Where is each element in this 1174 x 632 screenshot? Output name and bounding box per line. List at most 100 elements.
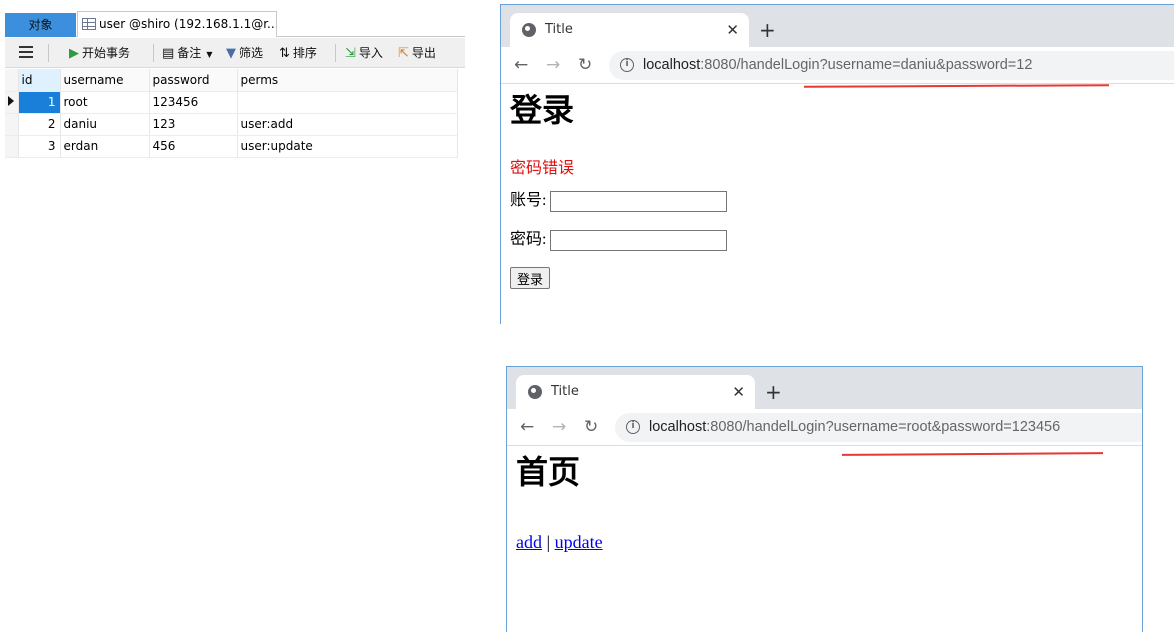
filter-button[interactable]: ▼ 筛选 [226, 38, 263, 68]
row-selector[interactable] [5, 91, 19, 114]
memo-label: 备注 [177, 46, 202, 60]
export-label: 导出 [411, 46, 436, 60]
sort-button[interactable]: ⇅ 排序 [279, 38, 317, 68]
url-field[interactable]: i localhost:8080/handelLogin?username=da… [609, 51, 1174, 80]
current-row-arrow-icon [8, 96, 14, 106]
import-icon: ⇲ [345, 46, 356, 61]
account-row: 账号: [510, 190, 728, 213]
globe-icon [522, 23, 536, 37]
navicat-toolbar: ▶ 开始事务 ▤ 备注 ▼ ▼ 筛选 ⇅ 排序 ⇲ 导入 ⇱ 导出 [5, 38, 465, 68]
toolbar-divider [153, 44, 154, 62]
column-header[interactable]: perms [237, 69, 458, 92]
red-underline-annotation [803, 84, 1110, 88]
menu-icon[interactable] [19, 46, 33, 58]
forward-icon[interactable]: → [546, 47, 560, 84]
tab-strip: Title ✕ + [507, 367, 1142, 409]
toolbar-divider [48, 44, 49, 62]
tab-user-table-label: user @shiro (192.168.1.1@r... [99, 17, 277, 31]
browser-window-login: Title ✕ + ← → ↻ i localhost:8080/handelL… [500, 4, 1174, 324]
navicat-tab-bar: 对象 user @shiro (192.168.1.1@r... [5, 10, 465, 37]
page-title: 首页 [516, 454, 581, 490]
table-cell[interactable]: 456 [149, 135, 238, 158]
table-icon [82, 18, 96, 30]
tab-objects[interactable]: 对象 [5, 13, 76, 37]
tab-user-table[interactable]: user @shiro (192.168.1.1@r... [77, 11, 277, 37]
column-header[interactable]: username [60, 69, 150, 92]
table-cell[interactable]: 2 [18, 113, 61, 136]
memo-button[interactable]: ▤ 备注 ▼ [162, 38, 212, 68]
url-host: localhost [649, 419, 707, 435]
address-bar: ← → ↻ i localhost:8080/handelLogin?usern… [507, 409, 1142, 446]
sort-icon: ⇅ [279, 46, 290, 61]
table-cell[interactable]: 1 [18, 91, 61, 114]
column-header[interactable]: id [18, 69, 61, 92]
table-row[interactable]: 3 erdan 456 user:update [5, 135, 458, 158]
table-row[interactable]: 1 root 123456 [5, 91, 458, 114]
forward-icon[interactable]: → [552, 409, 566, 446]
login-page-content: 登录 密码错误 账号: 密码: 登录 [510, 92, 728, 290]
url-path: :8080/handelLogin?username=root&password… [706, 419, 1061, 435]
export-button[interactable]: ⇱ 导出 [398, 38, 436, 68]
home-page-content: 首页 add | update [516, 454, 603, 553]
row-header-corner [5, 69, 19, 92]
red-underline-annotation [841, 452, 1104, 456]
back-icon[interactable]: ← [514, 47, 528, 84]
url-path: :8080/handelLogin?username=daniu&passwor… [700, 57, 1033, 73]
begin-transaction-button[interactable]: ▶ 开始事务 [69, 38, 130, 68]
password-label: 密码: [510, 231, 547, 249]
page-title: 登录 [510, 92, 575, 128]
tab-title: Title [551, 384, 579, 399]
table-cell[interactable]: user:update [237, 135, 458, 158]
chevron-down-icon: ▼ [206, 50, 213, 59]
url-text[interactable]: localhost:8080/handelLogin?username=dani… [643, 51, 1032, 80]
url-text[interactable]: localhost:8080/handelLogin?username=root… [649, 413, 1060, 442]
tab-strip: Title ✕ + [501, 5, 1174, 47]
reload-icon[interactable]: ↻ [578, 47, 592, 84]
url-host: localhost [643, 57, 701, 73]
column-header[interactable]: password [149, 69, 238, 92]
error-message: 密码错误 [510, 160, 575, 178]
info-icon[interactable]: i [620, 58, 634, 72]
reload-icon[interactable]: ↻ [584, 409, 598, 446]
url-field[interactable]: i localhost:8080/handelLogin?username=ro… [615, 413, 1142, 442]
new-tab-button[interactable]: + [759, 13, 776, 47]
add-link[interactable]: add [516, 532, 542, 552]
info-icon[interactable]: i [626, 420, 640, 434]
table-cell[interactable]: 3 [18, 135, 61, 158]
table-cell[interactable]: 123456 [149, 91, 238, 114]
user-table-grid: id username password perms 1 root 123456… [5, 69, 458, 158]
address-bar: ← → ↻ i localhost:8080/handelLogin?usern… [501, 47, 1174, 84]
browser-tab[interactable]: Title ✕ [516, 375, 755, 409]
table-cell[interactable]: daniu [60, 113, 150, 136]
table-cell[interactable]: root [60, 91, 150, 114]
row-selector[interactable] [5, 113, 19, 136]
back-icon[interactable]: ← [520, 409, 534, 446]
globe-icon [528, 385, 542, 399]
browser-tab[interactable]: Title ✕ [510, 13, 749, 47]
sort-label: 排序 [292, 46, 317, 60]
password-input[interactable] [550, 230, 728, 252]
table-cell[interactable] [237, 91, 458, 114]
table-cell[interactable]: erdan [60, 135, 150, 158]
memo-icon: ▤ [162, 46, 175, 61]
table-cell[interactable]: user:add [237, 113, 458, 136]
row-selector[interactable] [5, 135, 19, 158]
link-separator: | [546, 532, 551, 553]
import-button[interactable]: ⇲ 导入 [345, 38, 383, 68]
account-input[interactable] [550, 191, 728, 213]
table-cell[interactable]: 123 [149, 113, 238, 136]
close-icon[interactable]: ✕ [726, 13, 739, 47]
filter-label: 筛选 [239, 46, 264, 60]
account-label: 账号: [510, 192, 547, 210]
import-label: 导入 [358, 46, 383, 60]
close-icon[interactable]: ✕ [732, 375, 745, 409]
browser-window-home: Title ✕ + ← → ↻ i localhost:8080/handelL… [506, 366, 1143, 632]
update-link[interactable]: update [555, 532, 603, 552]
login-button[interactable]: 登录 [510, 267, 551, 290]
password-row: 密码: [510, 229, 728, 252]
table-row[interactable]: 2 daniu 123 user:add [5, 113, 458, 136]
new-tab-button[interactable]: + [765, 375, 782, 409]
play-icon: ▶ [69, 46, 79, 61]
table-header-row: id username password perms [5, 69, 458, 92]
toolbar-divider [335, 44, 336, 62]
